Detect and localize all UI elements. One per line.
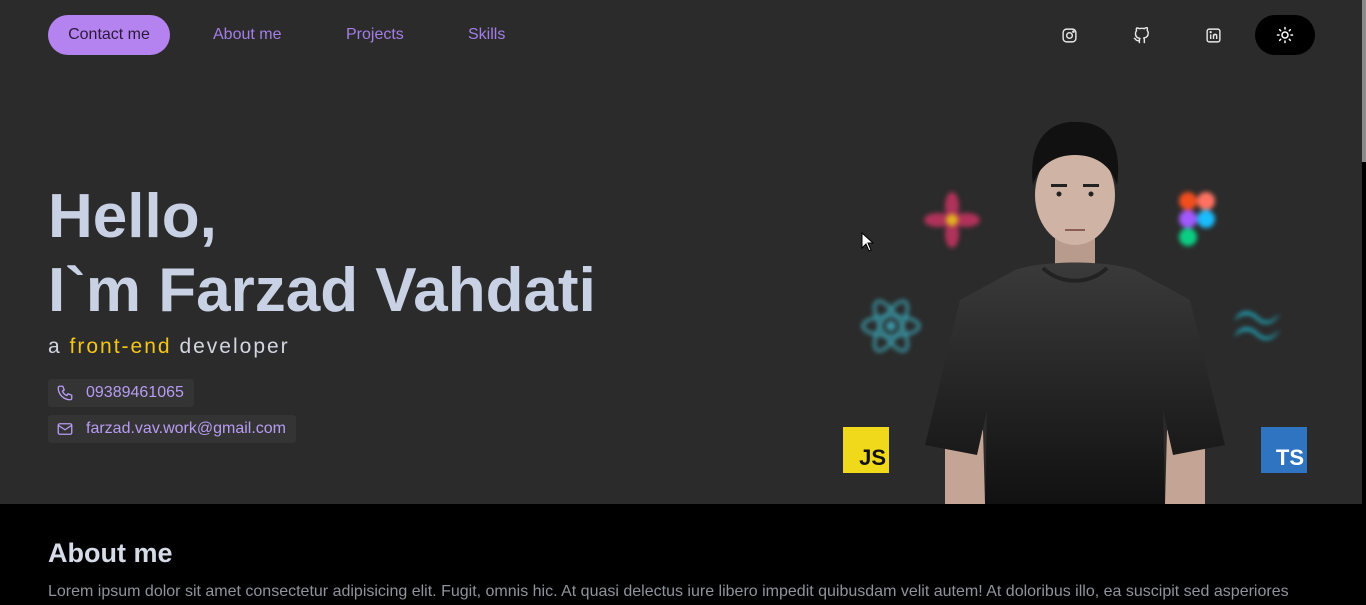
hero-name: I`m Farzad Vahdati (48, 256, 596, 325)
theme-toggle-button[interactable] (1255, 15, 1315, 55)
phone-chip[interactable]: 09389461065 (48, 379, 194, 407)
avatar (925, 121, 1225, 504)
about-section: About me Lorem ipsum dolor sit amet cons… (0, 504, 1366, 605)
linkedin-link[interactable] (1198, 20, 1228, 50)
sun-icon (1276, 26, 1294, 44)
github-link[interactable] (1126, 20, 1156, 50)
contact-me-button[interactable]: Contact me (48, 15, 170, 55)
javascript-logo: JS (843, 427, 889, 473)
tagline-prefix: a (48, 335, 62, 358)
github-icon (1133, 26, 1149, 43)
about-title: About me (48, 538, 173, 568)
about-text: Lorem ipsum dolor sit amet consectetur a… (48, 583, 1289, 600)
scrollbar-thumb[interactable] (1362, 0, 1366, 162)
nav-link-projects[interactable]: Projects (346, 15, 404, 55)
instagram-link[interactable] (1054, 20, 1084, 50)
react-icon (861, 299, 921, 353)
top-navigation: Contact me About me Projects Skills (0, 0, 1366, 70)
nav-link-skills[interactable]: Skills (468, 15, 505, 55)
hero-heading: Hello, I`m Farzad Vahdati (48, 180, 596, 328)
hero-illustration: JS TS (830, 110, 1350, 504)
tagline-highlight: front-end (69, 335, 172, 358)
phone-icon (57, 385, 73, 401)
tagline-suffix: developer (179, 335, 290, 358)
tailwind-icon (1234, 311, 1280, 340)
scrollbar[interactable] (1362, 0, 1366, 605)
nav-link-about[interactable]: About me (213, 15, 281, 55)
hero-greeting: Hello, (48, 182, 217, 251)
figma-icon (1179, 192, 1215, 246)
mail-icon (57, 423, 73, 435)
email-chip[interactable]: farzad.vav.work@gmail.com (48, 415, 296, 443)
mouse-cursor-icon (861, 232, 875, 252)
linkedin-icon (1205, 27, 1221, 43)
email-address: farzad.vav.work@gmail.com (86, 420, 286, 437)
instagram-icon (1061, 27, 1077, 43)
atom-icon (924, 192, 980, 248)
typescript-logo: TS (1261, 427, 1307, 473)
hero-tagline: a front-end developer (48, 335, 290, 359)
phone-number: 09389461065 (86, 384, 184, 401)
